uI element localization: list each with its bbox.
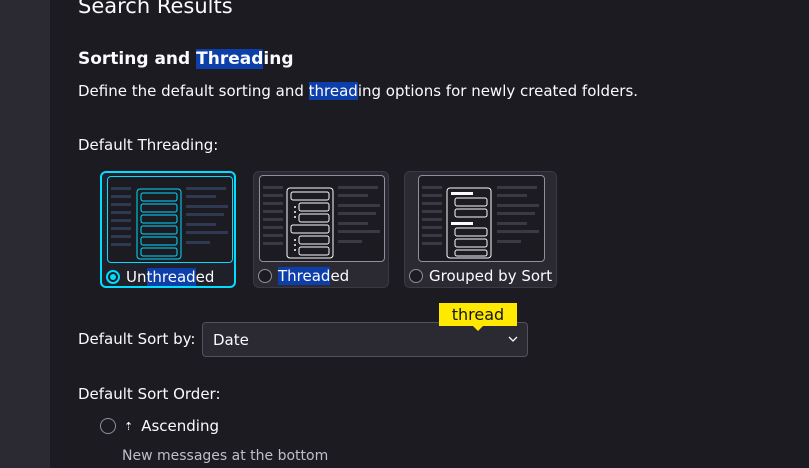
sort-by-value: Date: [213, 330, 249, 349]
page-title: Search Results: [78, 0, 233, 18]
threaded-preview-illustration: [259, 175, 385, 262]
threading-option-unthreaded[interactable]: Unthreaded: [100, 171, 236, 288]
default-sort-order-label: Default Sort Order:: [78, 385, 221, 403]
settings-content: Search Results Sorting and Threading Def…: [50, 0, 809, 468]
default-sort-by-label: Default Sort by:: [78, 330, 196, 348]
ascending-label: Ascending: [141, 417, 219, 435]
grouped-radio-row[interactable]: Grouped by Sort: [409, 267, 552, 285]
section-description: Define the default sorting and threading…: [78, 82, 639, 100]
chevron-down-icon: [508, 336, 518, 342]
grouped-by-sort-radio[interactable]: [409, 269, 423, 283]
unthreaded-preview-illustration: [107, 176, 233, 263]
search-highlight-tooltip: thread: [439, 303, 517, 331]
grouped-preview-illustration: [418, 175, 545, 262]
grouped-by-sort-label: Grouped by Sort: [429, 267, 553, 285]
default-threading-label: Default Threading:: [78, 136, 219, 154]
threaded-radio[interactable]: [258, 269, 272, 283]
unthreaded-label: Unthreaded: [126, 268, 215, 286]
unthreaded-radio[interactable]: [106, 270, 120, 284]
sort-ascending-icon: ⇡: [124, 419, 134, 433]
threaded-radio-row[interactable]: Threaded: [258, 267, 349, 285]
unthreaded-radio-row[interactable]: Unthreaded: [106, 268, 214, 286]
sidebar: [0, 0, 50, 468]
threading-option-grouped-by-sort[interactable]: Grouped by Sort: [404, 171, 557, 288]
ascending-description: New messages at the bottom: [122, 448, 329, 464]
section-title: Sorting and Threading: [78, 49, 294, 69]
ascending-option[interactable]: ⇡ Ascending: [100, 417, 219, 435]
threading-option-threaded[interactable]: Threaded: [253, 171, 389, 288]
ascending-radio[interactable]: [100, 418, 116, 434]
threaded-label: Threaded: [278, 267, 350, 285]
